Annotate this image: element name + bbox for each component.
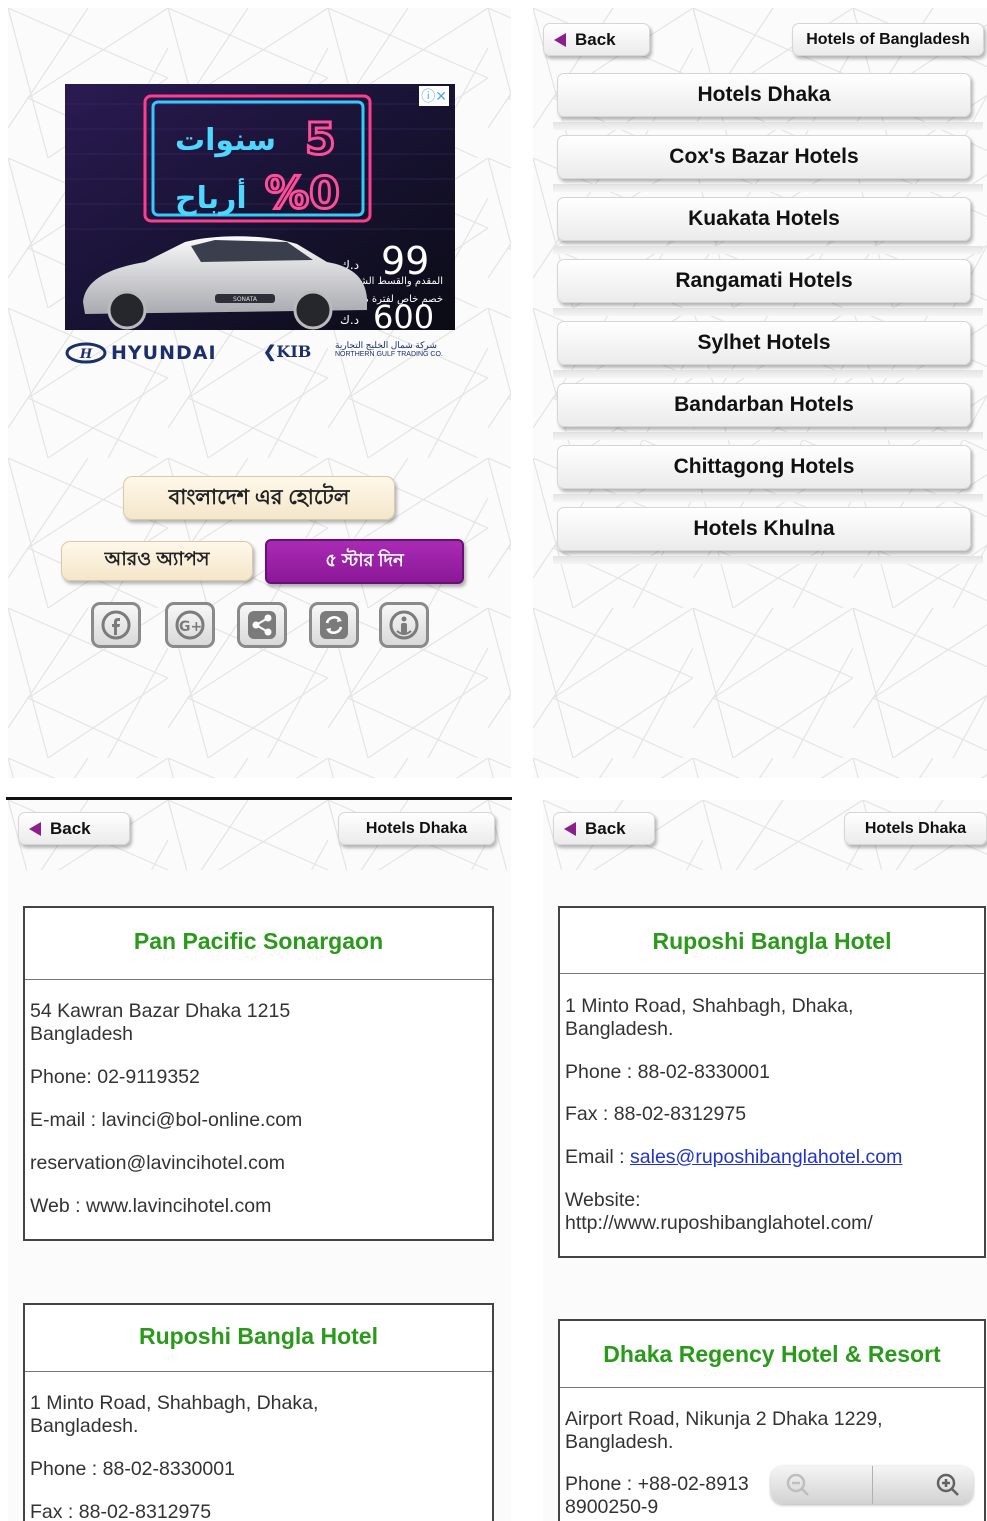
rate-5-star-button[interactable]: ৫ স্টার দিন <box>265 539 464 584</box>
row-divider <box>553 184 983 192</box>
ad-price-600: 600 <box>373 298 434 330</box>
hotel-email: E-mail : lavinci@bol-online.com <box>30 1109 303 1131</box>
menu-item-bandarban[interactable]: Bandarban Hotels <box>557 383 971 427</box>
card-divider <box>25 1371 492 1372</box>
hotel-phone: Phone : 88-02-8330001 <box>565 1061 770 1083</box>
hotel-address: Airport Road, Nikunja 2 Dhaka 1229, Bang… <box>565 1408 883 1453</box>
back-button[interactable]: Back <box>543 23 650 56</box>
refresh-button[interactable] <box>309 602 359 648</box>
row-divider <box>553 246 983 254</box>
ad-digit-5: 5 <box>305 114 336 165</box>
hotel-email-2: reservation@lavincihotel.com <box>30 1152 285 1174</box>
zoom-out-icon <box>786 1473 809 1496</box>
hotel-website: Web : www.lavincihotel.com <box>30 1195 272 1217</box>
facebook-button[interactable] <box>91 602 141 648</box>
card-divider <box>25 979 492 980</box>
back-label: Back <box>575 29 616 49</box>
header-title-button[interactable]: Hotels Dhaka <box>844 812 987 845</box>
card-divider <box>560 973 984 974</box>
hotel-email-link[interactable]: sales@ruposhibanglahotel.com <box>630 1146 902 1168</box>
hotel-card: Pan Pacific Sonargaon 54 Kawran Bazar Dh… <box>23 906 494 1241</box>
hotels-of-bangladesh-screen: Back Hotels of Bangladesh Hotels Dhaka C… <box>533 8 987 778</box>
hotel-website-url: http://www.ruposhibanglahotel.com/ <box>565 1212 873 1234</box>
hotel-fax: Fax : 88-02-8312975 <box>30 1501 212 1521</box>
refresh-icon <box>320 611 348 639</box>
zoom-out-button[interactable] <box>771 1466 873 1504</box>
share-button[interactable] <box>237 602 287 648</box>
zoom-in-button[interactable] <box>873 1466 973 1504</box>
hotel-address: 1 Minto Road, Shahbagh, Dhaka, Banglades… <box>565 995 854 1040</box>
google-plus-button[interactable]: G+ <box>165 602 215 648</box>
kib-logo: ❮KIB <box>263 342 312 361</box>
advertisement-banner[interactable]: سنوات 5 أرباح %0 د.ك 99 المقدم والقسط ال… <box>65 84 455 330</box>
row-divider <box>553 432 983 440</box>
hotel-name: Ruposhi Bangla Hotel <box>139 1323 378 1349</box>
back-button[interactable]: Back <box>18 812 130 845</box>
hotels-dhaka-detail-screen: Back Hotels Dhaka Ruposhi Bangla Hotel 1… <box>543 800 987 1521</box>
partner-logo: شركة شمال الخليج التجارية NORTHERN GULF … <box>335 340 443 358</box>
hotel-card: Ruposhi Bangla Hotel 1 Minto Road, Shahb… <box>23 1303 494 1521</box>
google-plus-icon: G+ <box>175 610 205 640</box>
back-arrow-icon <box>564 821 576 836</box>
adchoices-icon[interactable]: ⓘ✕ <box>419 86 449 106</box>
row-divider <box>553 308 983 316</box>
hotel-card: Ruposhi Bangla Hotel 1 Minto Road, Shahb… <box>558 906 986 1258</box>
svg-text:H: H <box>79 347 93 362</box>
ad-arabic-line2: أرباح <box>175 178 247 216</box>
menu-item-coxs-bazar[interactable]: Cox's Bazar Hotels <box>557 135 971 179</box>
hotel-email: Email : sales@ruposhibanglahotel.com <box>565 1146 903 1168</box>
svg-text:G+: G+ <box>179 619 202 635</box>
hotel-phone: Phone : 88-02-8330001 <box>30 1458 235 1480</box>
row-divider <box>553 494 983 502</box>
ad-currency-2: د.ك <box>340 313 359 327</box>
app-home-screen: سنوات 5 أرباح %0 د.ك 99 المقدم والقسط ال… <box>8 8 511 778</box>
back-label: Back <box>50 818 91 838</box>
menu-item-chittagong[interactable]: Chittagong Hotels <box>557 445 971 489</box>
more-apps-button[interactable]: আরও অ্যাপস <box>61 541 253 581</box>
hotel-address: 54 Kawran Bazar Dhaka 1215 Bangladesh <box>30 1000 291 1045</box>
facebook-icon <box>101 610 131 640</box>
hyundai-logo: H HYUNDAI <box>65 342 217 364</box>
car-badge: SONATA <box>233 296 258 303</box>
bangladesh-hotels-button[interactable]: বাংলাদেশ এর হোটেল <box>123 476 395 520</box>
header-title-button[interactable]: Hotels of Bangladesh <box>792 23 984 56</box>
header-title-button[interactable]: Hotels Dhaka <box>338 812 495 845</box>
back-label: Back <box>585 818 626 838</box>
share-icon <box>248 611 276 639</box>
back-arrow-icon <box>29 821 41 836</box>
hotel-name: Dhaka Regency Hotel & Resort <box>603 1341 941 1367</box>
back-button[interactable]: Back <box>553 812 655 845</box>
hotel-name: Pan Pacific Sonargaon <box>133 928 384 954</box>
menu-item-khulna[interactable]: Hotels Khulna <box>557 507 971 551</box>
menu-item-rangamati[interactable]: Rangamati Hotels <box>557 259 971 303</box>
hotel-website-label: Website: <box>565 1189 641 1211</box>
zoom-in-icon <box>936 1473 959 1496</box>
hotel-fax: Fax : 88-02-8312975 <box>565 1103 747 1125</box>
info-button[interactable] <box>379 602 429 648</box>
menu-item-kuakata[interactable]: Kuakata Hotels <box>557 197 971 241</box>
zoom-controls <box>771 1466 973 1504</box>
info-icon <box>389 610 419 640</box>
ad-percent: %0 <box>265 168 340 219</box>
ad-brand-row[interactable]: H HYUNDAI ❮KIB شركة شمال الخليج التجارية… <box>65 340 465 370</box>
hotel-phone: Phone: 02-9119352 <box>30 1066 200 1088</box>
menu-item-sylhet[interactable]: Sylhet Hotels <box>557 321 971 365</box>
card-divider <box>560 1387 984 1388</box>
row-divider <box>553 556 983 564</box>
row-divider <box>553 122 983 130</box>
menu-item-hotels-dhaka[interactable]: Hotels Dhaka <box>557 73 971 117</box>
hotel-name: Ruposhi Bangla Hotel <box>652 928 892 954</box>
hotel-address: 1 Minto Road, Shahbagh, Dhaka, Banglades… <box>30 1392 319 1437</box>
ad-arabic-line1: سنوات <box>175 123 276 158</box>
hotels-dhaka-screen: Back Hotels Dhaka Pan Pacific Sonargaon … <box>8 800 511 1521</box>
row-divider <box>553 370 983 378</box>
back-arrow-icon <box>554 32 566 47</box>
